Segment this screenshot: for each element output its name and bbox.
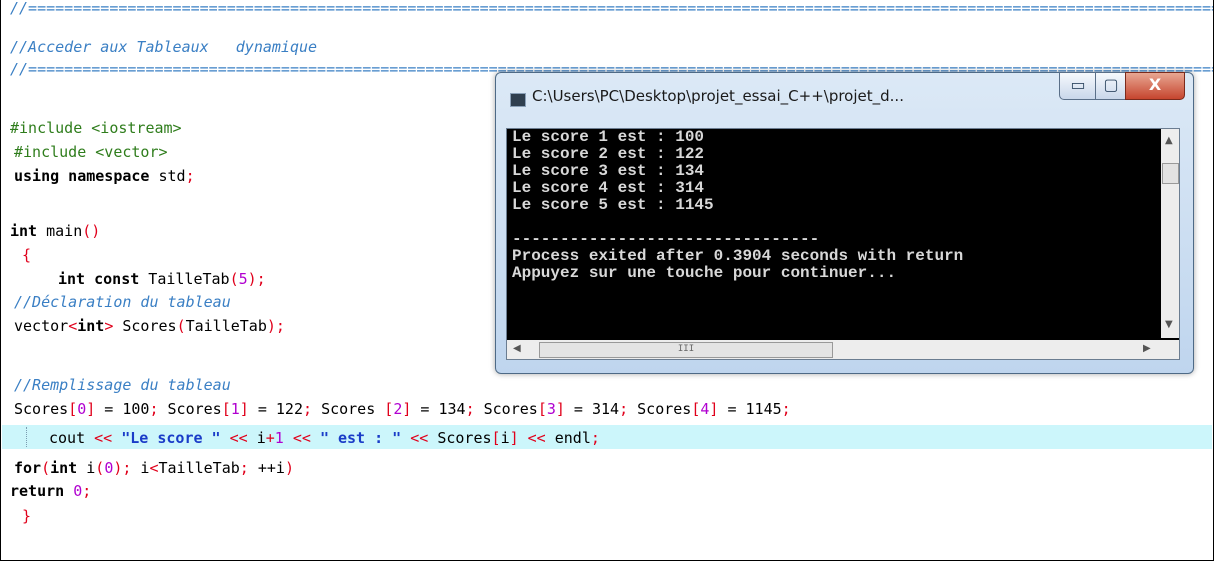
vertical-scroll-thumb[interactable] bbox=[1162, 163, 1179, 184]
console-app-icon bbox=[510, 93, 526, 107]
minimize-button[interactable]: ▭ bbox=[1059, 72, 1097, 100]
console-line: Le score 5 est : 1145 bbox=[512, 196, 714, 214]
console-line: -------------------------------- bbox=[512, 230, 820, 248]
console-line: Le score 4 est : 314 bbox=[512, 179, 705, 197]
resize-grip-icon[interactable] bbox=[1161, 340, 1179, 359]
console-text: Le score 1 est : 100 Le score 2 est : 12… bbox=[512, 129, 1158, 329]
scroll-right-icon[interactable]: ▶ bbox=[1143, 343, 1151, 354]
console-line: Le score 2 est : 122 bbox=[512, 145, 705, 163]
console-line: Process exited after 0.3904 seconds with… bbox=[512, 247, 964, 265]
horizontal-scroll-thumb[interactable]: III bbox=[539, 342, 833, 358]
scroll-up-icon[interactable]: ▲ bbox=[1165, 135, 1173, 146]
maximize-button[interactable]: ▢ bbox=[1095, 72, 1127, 100]
console-line: Appuyez sur une touche pour continuer... bbox=[512, 264, 897, 282]
vertical-scrollbar[interactable]: ▲ ▼ bbox=[1161, 129, 1179, 338]
console-output[interactable]: Le score 1 est : 100 Le score 2 est : 12… bbox=[506, 128, 1180, 360]
console-line: Le score 1 est : 100 bbox=[512, 129, 705, 146]
scroll-down-icon[interactable]: ▼ bbox=[1165, 319, 1173, 330]
console-window[interactable]: C:\Users\PC\Desktop\projet_essai_C++\pro… bbox=[495, 72, 1194, 374]
scroll-left-icon[interactable]: ◀ bbox=[513, 343, 521, 354]
console-title: C:\Users\PC\Desktop\projet_essai_C++\pro… bbox=[532, 87, 904, 105]
console-titlebar[interactable]: C:\Users\PC\Desktop\projet_essai_C++\pro… bbox=[496, 72, 1193, 117]
close-button[interactable]: X bbox=[1125, 72, 1185, 100]
horizontal-scrollbar[interactable]: ◀ III ▶ bbox=[507, 340, 1161, 359]
console-line: Le score 3 est : 134 bbox=[512, 162, 705, 180]
